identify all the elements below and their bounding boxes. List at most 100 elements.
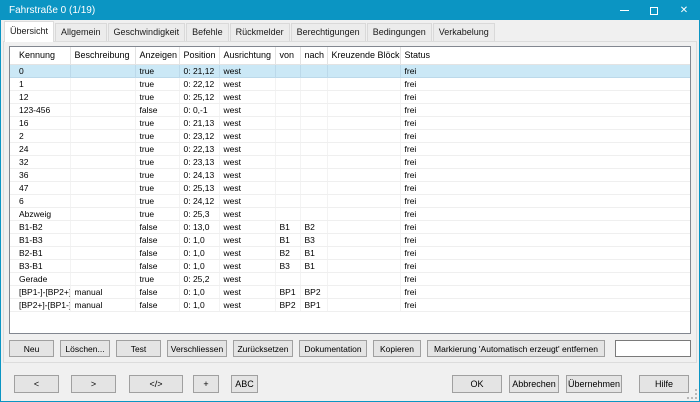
table-row[interactable]: Abzweigtrue0: 25,3westfrei — [10, 207, 690, 220]
remove-auto-marker-button[interactable]: Markierung 'Automatisch erzeugt' entfern… — [427, 340, 605, 357]
table-row[interactable]: 47true0: 25,13westfrei — [10, 181, 690, 194]
cell-kreuzende-blocke — [327, 116, 400, 129]
cell-status: frei — [400, 77, 690, 90]
cell-position: 0: 1,0 — [179, 246, 219, 259]
cell-von: B1 — [275, 233, 300, 246]
title-bar: Fahrstraße 0 (1/19) ✕ — [1, 1, 699, 20]
tab-berechtigungen[interactable]: Berechtigungen — [291, 23, 366, 41]
cell-anzeigen: true — [135, 142, 179, 155]
table-row[interactable]: B1-B3false0: 1,0westB1B3frei — [10, 233, 690, 246]
column-header-beschreibung[interactable]: Beschreibung — [70, 47, 135, 64]
cell-ausrichtung: west — [219, 220, 275, 233]
cell-status: frei — [400, 155, 690, 168]
column-header-kreuzende-blocke[interactable]: Kreuzende Blöcke — [327, 47, 400, 64]
cell-von — [275, 168, 300, 181]
resize-grip-icon[interactable] — [687, 389, 697, 399]
cell-kreuzende-blocke — [327, 272, 400, 285]
cell-ausrichtung: west — [219, 207, 275, 220]
cell-kennung: 123-456 — [10, 103, 70, 116]
table-row[interactable]: [BP2+]-[BP1-]manualfalse0: 1,0westBP2BP1… — [10, 298, 690, 311]
cell-nach — [300, 116, 327, 129]
new-button[interactable]: Neu — [9, 340, 54, 357]
table-row[interactable]: 36true0: 24,13westfrei — [10, 168, 690, 181]
table-row[interactable]: B3-B1false0: 1,0westB3B1frei — [10, 259, 690, 272]
cell-ausrichtung: west — [219, 298, 275, 311]
tab-bar: ÜbersichtAllgemeinGeschwindigkeitBefehle… — [4, 23, 496, 42]
cell-ausrichtung: west — [219, 181, 275, 194]
cell-kreuzende-blocke — [327, 233, 400, 246]
footer-bar: < > </> + ABC OK Abbrechen Übernehmen Hilfe — [14, 375, 689, 393]
prev-button[interactable]: < — [14, 375, 59, 393]
lock-button[interactable]: Verschliessen — [167, 340, 227, 357]
table-row[interactable]: 0true0: 21,12westfrei — [10, 64, 690, 77]
cell-nach — [300, 103, 327, 116]
cell-position: 0: 22,12 — [179, 77, 219, 90]
cell-anzeigen: false — [135, 220, 179, 233]
tab-verkabelung[interactable]: Verkabelung — [433, 23, 495, 41]
cell-status: frei — [400, 220, 690, 233]
cell-position: 0: 0,-1 — [179, 103, 219, 116]
help-button[interactable]: Hilfe — [639, 375, 689, 393]
cell-anzeigen: true — [135, 77, 179, 90]
next-button[interactable]: > — [71, 375, 116, 393]
column-header-anzeigen[interactable]: Anzeigen — [135, 47, 179, 64]
cell-nach: BP2 — [300, 285, 327, 298]
apply-button[interactable]: Übernehmen — [566, 375, 622, 393]
table-row[interactable]: 2true0: 23,12westfrei — [10, 129, 690, 142]
table-row[interactable]: 6true0: 24,12westfrei — [10, 194, 690, 207]
cell-status: frei — [400, 207, 690, 220]
table-row[interactable]: 123-456false0: 0,-1westfrei — [10, 103, 690, 116]
cell-von: B3 — [275, 259, 300, 272]
ok-button[interactable]: OK — [452, 375, 502, 393]
cancel-button[interactable]: Abbrechen — [509, 375, 559, 393]
cell-ausrichtung: west — [219, 233, 275, 246]
documentation-button[interactable]: Dokumentation — [299, 340, 367, 357]
table-row[interactable]: 1true0: 22,12westfrei — [10, 77, 690, 90]
tab-ruckmelder[interactable]: Rückmelder — [230, 23, 290, 41]
tab-geschwindigkeit[interactable]: Geschwindigkeit — [108, 23, 186, 41]
cell-kreuzende-blocke — [327, 168, 400, 181]
tab-bedingungen[interactable]: Bedingungen — [367, 23, 432, 41]
column-header-nach[interactable]: nach — [300, 47, 327, 64]
table-row[interactable]: 16true0: 21,13westfrei — [10, 116, 690, 129]
cell-beschreibung — [70, 207, 135, 220]
copy-button[interactable]: Kopieren — [373, 340, 421, 357]
table-row[interactable]: B1-B2false0: 13,0westB1B2frei — [10, 220, 690, 233]
test-button[interactable]: Test — [116, 340, 161, 357]
column-header-position[interactable]: Position — [179, 47, 219, 64]
maximize-button[interactable] — [639, 1, 669, 20]
cell-status: frei — [400, 181, 690, 194]
tab-allgemein[interactable]: Allgemein — [55, 23, 107, 41]
cell-kreuzende-blocke — [327, 194, 400, 207]
table-row[interactable]: B2-B1false0: 1,0westB2B1frei — [10, 246, 690, 259]
column-header-kennung[interactable]: Kennung — [10, 47, 70, 64]
table-row[interactable]: 12true0: 25,12westfrei — [10, 90, 690, 103]
cell-kreuzende-blocke — [327, 155, 400, 168]
tab-befehle[interactable]: Befehle — [186, 23, 229, 41]
cell-position: 0: 1,0 — [179, 285, 219, 298]
column-header-ausrichtung[interactable]: Ausrichtung — [219, 47, 275, 64]
cell-nach — [300, 207, 327, 220]
cell-von — [275, 90, 300, 103]
cell-von — [275, 77, 300, 90]
abc-button[interactable]: ABC — [231, 375, 258, 393]
table-row[interactable]: 24true0: 22,13westfrei — [10, 142, 690, 155]
column-header-von[interactable]: von — [275, 47, 300, 64]
add-button[interactable]: + — [193, 375, 219, 393]
cell-beschreibung — [70, 272, 135, 285]
code-view-button[interactable]: </> — [129, 375, 183, 393]
close-button[interactable]: ✕ — [669, 1, 699, 20]
cell-von — [275, 103, 300, 116]
column-header-status[interactable]: Status — [400, 47, 690, 64]
table-row[interactable]: Geradetrue0: 25,2westfrei — [10, 272, 690, 285]
cell-kreuzende-blocke — [327, 220, 400, 233]
cell-position: 0: 24,12 — [179, 194, 219, 207]
tab-ubersicht[interactable]: Übersicht — [4, 21, 54, 42]
action-text-input[interactable] — [615, 340, 691, 357]
table-row[interactable]: 32true0: 23,13westfrei — [10, 155, 690, 168]
table-row[interactable]: [BP1-]-[BP2+]manualfalse0: 1,0westBP1BP2… — [10, 285, 690, 298]
cell-kreuzende-blocke — [327, 259, 400, 272]
minimize-button[interactable] — [609, 1, 639, 20]
reset-button[interactable]: Zurücksetzen — [233, 340, 293, 357]
delete-button[interactable]: Löschen... — [60, 340, 110, 357]
